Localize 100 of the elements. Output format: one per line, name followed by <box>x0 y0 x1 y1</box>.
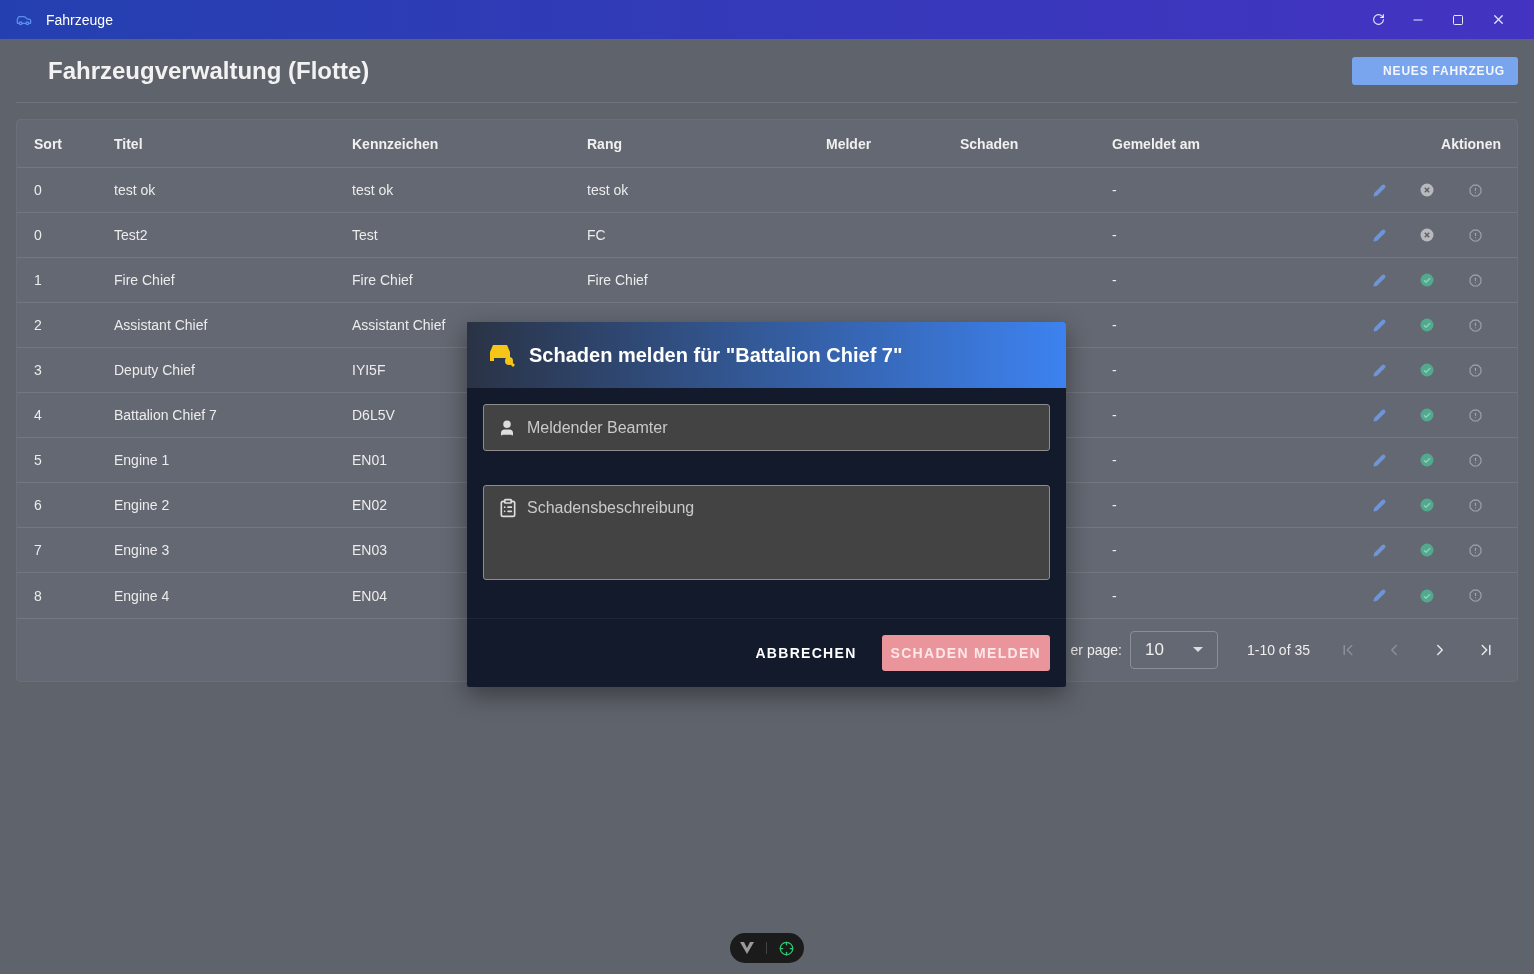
table-cell: 4 <box>34 407 42 423</box>
cancel-button[interactable]: ABBRECHEN <box>746 635 866 671</box>
edit-icon[interactable] <box>1371 497 1387 513</box>
description-field[interactable]: Schadensbeschreibung <box>483 485 1050 580</box>
edit-icon[interactable] <box>1371 182 1387 198</box>
window-title: Fahrzeuge <box>46 11 114 28</box>
table-cell: test ok <box>587 182 629 198</box>
column-header: Schaden <box>959 135 1020 152</box>
officer-field[interactable]: Meldender Beamter <box>483 404 1050 451</box>
check-circle-icon[interactable] <box>1419 317 1435 333</box>
column-header: Aktionen <box>1440 135 1502 152</box>
check-circle-icon[interactable] <box>1419 452 1435 468</box>
alert-icon[interactable] <box>1467 542 1483 558</box>
column-header: Gemeldet am <box>1111 135 1201 152</box>
table-cell: IYI5F <box>352 362 386 378</box>
check-circle-icon[interactable] <box>1419 497 1435 513</box>
page-range: 1-10 of 35 <box>1246 642 1310 658</box>
page-heading: Fahrzeugverwaltung (Flotte) <box>48 57 370 85</box>
column-header: Sort <box>33 135 63 152</box>
table-cell: Fire Chief <box>114 272 175 288</box>
edit-icon[interactable] <box>1371 317 1387 333</box>
table-cell: - <box>1112 587 1117 604</box>
column-header: Titel <box>113 135 144 152</box>
dialog-title: Schaden melden für "Battalion Chief 7" <box>529 343 903 367</box>
table-cell: EN01 <box>352 452 388 468</box>
maximize-icon[interactable] <box>1452 13 1464 26</box>
target-icon[interactable] <box>779 940 794 956</box>
column-header: Kennzeichen <box>351 135 440 152</box>
alert-icon[interactable] <box>1467 452 1483 468</box>
edit-icon[interactable] <box>1371 542 1387 558</box>
alert-icon[interactable] <box>1467 182 1483 198</box>
check-circle-icon[interactable] <box>1419 542 1435 558</box>
table-cell: - <box>1112 407 1117 423</box>
table-cell: FC <box>587 227 606 243</box>
clipboard-icon <box>498 498 518 518</box>
alert-icon[interactable] <box>1467 497 1483 513</box>
table-cell: 3 <box>34 362 42 378</box>
person-icon <box>498 418 516 437</box>
table-cell: EN03 <box>352 542 388 558</box>
table-cell: 1 <box>34 272 42 288</box>
table-cell: EN04 <box>352 587 388 604</box>
description-input[interactable]: Schadensbeschreibung <box>527 499 1035 569</box>
edit-icon[interactable] <box>1371 227 1387 243</box>
table-cell: - <box>1112 272 1117 288</box>
table-cell: D6L5V <box>352 407 395 423</box>
refresh-icon[interactable] <box>1371 13 1385 26</box>
table-cell: test ok <box>352 182 394 198</box>
caret-icon <box>1192 647 1203 653</box>
edit-icon[interactable] <box>1371 407 1387 423</box>
table-cell: Engine 4 <box>114 587 170 604</box>
table-cell: Engine 2 <box>114 497 170 513</box>
table-cell: - <box>1112 362 1117 378</box>
table-cell: Battalion Chief 7 <box>114 407 217 423</box>
officer-input[interactable]: Meldender Beamter <box>525 417 1035 438</box>
check-circle-icon[interactable] <box>1419 362 1435 378</box>
table-cell: test ok <box>114 182 156 198</box>
table-cell: - <box>1112 227 1117 243</box>
alert-icon[interactable] <box>1467 227 1483 243</box>
column-header: Melder <box>825 135 873 152</box>
table-cell: 0 <box>34 182 42 198</box>
table-cell: 0 <box>34 227 42 243</box>
table-cell: 2 <box>34 317 42 333</box>
alert-icon[interactable] <box>1467 407 1483 423</box>
table-cell: Fire Chief <box>352 272 413 288</box>
table-cell: 8 <box>34 587 42 604</box>
table-cell: - <box>1112 317 1117 333</box>
table-cell: Engine 3 <box>114 542 170 558</box>
column-header: Rang <box>586 135 623 152</box>
table-cell: Deputy Chief <box>114 362 195 378</box>
edit-icon[interactable] <box>1371 362 1387 378</box>
table-cell: - <box>1112 497 1117 513</box>
table-cell: 5 <box>34 452 42 468</box>
check-circle-icon[interactable] <box>1419 272 1435 288</box>
alert-icon[interactable] <box>1467 587 1483 604</box>
edit-icon[interactable] <box>1371 452 1387 468</box>
x-circle-icon[interactable] <box>1419 182 1435 198</box>
check-circle-icon[interactable] <box>1419 407 1435 423</box>
table-cell: 6 <box>34 497 42 513</box>
alert-icon[interactable] <box>1467 317 1483 333</box>
table-cell: Test <box>352 227 378 243</box>
alert-icon[interactable] <box>1467 272 1483 288</box>
table-cell: Fire Chief <box>587 272 648 288</box>
edit-icon[interactable] <box>1371 587 1387 604</box>
v-logo-icon[interactable] <box>740 942 754 954</box>
check-circle-icon[interactable] <box>1419 587 1435 604</box>
table-cell: Assistant Chief <box>114 317 208 333</box>
alert-icon[interactable] <box>1467 362 1483 378</box>
table-cell: Assistant Chief <box>352 317 446 333</box>
table-cell: 7 <box>34 542 42 558</box>
table-cell: - <box>1112 452 1117 468</box>
table-cell: Test2 <box>114 227 148 243</box>
table-cell: Engine 1 <box>114 452 170 468</box>
table-cell: - <box>1112 542 1117 558</box>
edit-icon[interactable] <box>1371 272 1387 288</box>
table-cell: EN02 <box>352 497 388 513</box>
rows-per-page-label: er page: <box>1070 642 1122 658</box>
table-cell: - <box>1112 182 1117 198</box>
car-wrench-icon <box>487 342 515 368</box>
rows-per-page-select[interactable]: 10 <box>1129 631 1218 669</box>
x-circle-icon[interactable] <box>1419 227 1435 243</box>
